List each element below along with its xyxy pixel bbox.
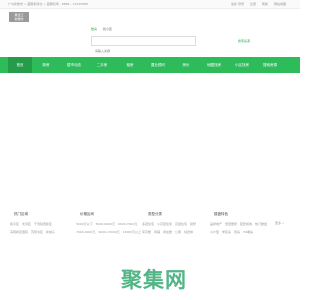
footer-link[interactable]: 多层住宅 <box>142 221 154 229</box>
nav-item-community-search[interactable]: 小区找房 <box>228 57 256 73</box>
footer-link[interactable]: 小高层住宅 <box>157 221 172 229</box>
footer-link[interactable]: 5000-6000元 <box>96 221 115 229</box>
footer-link[interactable]: 浑南新区国际 <box>10 229 28 237</box>
top-link-login[interactable]: 最新 登录 <box>231 2 244 6</box>
footer-link[interactable]: 别墅 <box>190 221 196 229</box>
search-box <box>91 36 196 55</box>
search-tab-buildings[interactable]: 楼房 <box>91 27 97 31</box>
nav-item-map-search[interactable]: 地图找房 <box>200 57 228 73</box>
footer-row: 和平区 沈河区 于洪铁西新区 <box>10 221 58 229</box>
nav-item-resale[interactable]: 二手房 <box>88 57 116 73</box>
footer-link[interactable]: 小户型 <box>210 229 219 237</box>
footer-link[interactable]: VR看房 <box>243 229 253 237</box>
footer-link[interactable]: 沈河区 <box>22 221 31 229</box>
footer-link[interactable]: 现房 <box>234 229 240 237</box>
nav-item-search-listings[interactable]: 搜索房源 <box>256 57 284 73</box>
footer-row: 小户型 学区房 现房 VR看房 <box>210 229 270 237</box>
site-logo[interactable]: 黑龙江 新楼市 <box>9 12 29 22</box>
main-nav: 首页 新房 楼市动态 二手房 租房 置业顾问 房价 地图找房 小区找房 搜索房源 <box>0 57 300 73</box>
footer-row: 5000元以下 5000-6000元 6000-7000元 <box>76 221 144 229</box>
watermark-logo: 聚集网 <box>121 264 187 294</box>
search-input[interactable] <box>92 47 195 55</box>
footer-link[interactable]: 13000元以上 <box>123 229 142 237</box>
footer-row: 多层住宅 小高层住宅 高层住宅 别墅 <box>142 221 199 229</box>
footer-link[interactable]: 公寓 <box>175 229 181 237</box>
footer-links-areas: 和平区 沈河区 于洪铁西新区 浑南新区国际 苏家屯区 新城子 <box>10 221 58 236</box>
footer-more-link[interactable]: 更多 » <box>275 221 284 225</box>
nav-item-market-news[interactable]: 楼市动态 <box>60 57 88 73</box>
breadcrumb: 广州新楼市 > 藏爾机场北 > 藏爾机场 - 8888 - 12345888 <box>8 2 88 6</box>
footer-link[interactable]: 7000-9000元 <box>76 229 95 237</box>
footer-links-types: 多层住宅 小高层住宅 高层住宅 别墅 写字楼 商铺 商住楼 公寓 综合体 <box>142 221 199 236</box>
watermark-text: 聚集网 <box>121 268 187 292</box>
footer-link[interactable]: 写字楼 <box>142 229 151 237</box>
nav-item-advisors[interactable]: 置业顾问 <box>144 57 172 73</box>
footer-link[interactable]: 低密居所 <box>225 221 237 229</box>
search-tab-communities[interactable]: 找小区 <box>103 27 112 31</box>
logo-line-2: 新楼市 <box>14 17 24 21</box>
footer-link[interactable]: 6000-7000元 <box>118 221 137 229</box>
footer-link[interactable]: 新城子 <box>46 229 55 237</box>
top-links: 最新 登录 注册 帮助 网站地图 <box>231 2 286 6</box>
footer-title-prices: 价格区间 <box>80 212 94 216</box>
search-button[interactable]: 搜索房源 <box>237 36 251 45</box>
footer-link[interactable]: 5000元以下 <box>76 221 93 229</box>
top-link-sitemap[interactable]: 网站地图 <box>274 2 286 6</box>
footer-title-types: 类型分类 <box>148 212 162 216</box>
footer-link[interactable]: 商铺 <box>154 229 160 237</box>
footer-link[interactable]: 商住楼 <box>163 229 172 237</box>
footer-link[interactable]: 综合体 <box>184 229 193 237</box>
footer-link[interactable]: 学区房 <box>222 229 231 237</box>
search-tabs: 楼房 找小区 <box>91 27 112 31</box>
footer-link[interactable]: 高层住宅 <box>175 221 187 229</box>
nav-item-home[interactable]: 首页 <box>8 57 32 73</box>
footer-link[interactable]: 苏家屯区 <box>31 229 43 237</box>
footer-row: 浑南新区国际 苏家屯区 新城子 <box>10 229 58 237</box>
footer-link[interactable]: 品牌地产 <box>210 221 222 229</box>
footer-link[interactable]: 热门楼盘 <box>255 221 267 229</box>
footer-link[interactable]: 配套成熟 <box>240 221 252 229</box>
top-link-register[interactable]: 注册 <box>250 2 256 6</box>
nav-item-new-homes[interactable]: 新房 <box>32 57 60 73</box>
footer-links-prices: 5000元以下 5000-6000元 6000-7000元 7000-9000元 90… <box>76 221 144 236</box>
footer-link[interactable]: 和平区 <box>10 221 19 229</box>
nav-item-rent[interactable]: 租房 <box>116 57 144 73</box>
footer-title-areas: 热门区域 <box>14 212 28 216</box>
footer-link[interactable]: 9000-13000元 <box>98 229 119 237</box>
footer-row: 7000-9000元 9000-13000元 13000元以上 <box>76 229 144 237</box>
top-link-help[interactable]: 帮助 <box>262 2 268 6</box>
footer-links-features: 品牌地产 低密居所 配套成熟 热门楼盘 小户型 学区房 现房 VR看房 <box>210 221 270 236</box>
footer-title-features: 楼盘特色 <box>214 212 228 216</box>
footer-link[interactable]: 于洪铁西新区 <box>34 221 52 229</box>
footer-row: 品牌地产 低密居所 配套成熟 热门楼盘 <box>210 221 270 229</box>
content-area <box>0 73 300 205</box>
nav-item-prices[interactable]: 房价 <box>172 57 200 73</box>
top-bar: 广州新楼市 > 藏爾机场北 > 藏爾机场 - 8888 - 12345888 最… <box>0 0 300 9</box>
footer-row: 写字楼 商铺 商住楼 公寓 综合体 <box>142 229 199 237</box>
